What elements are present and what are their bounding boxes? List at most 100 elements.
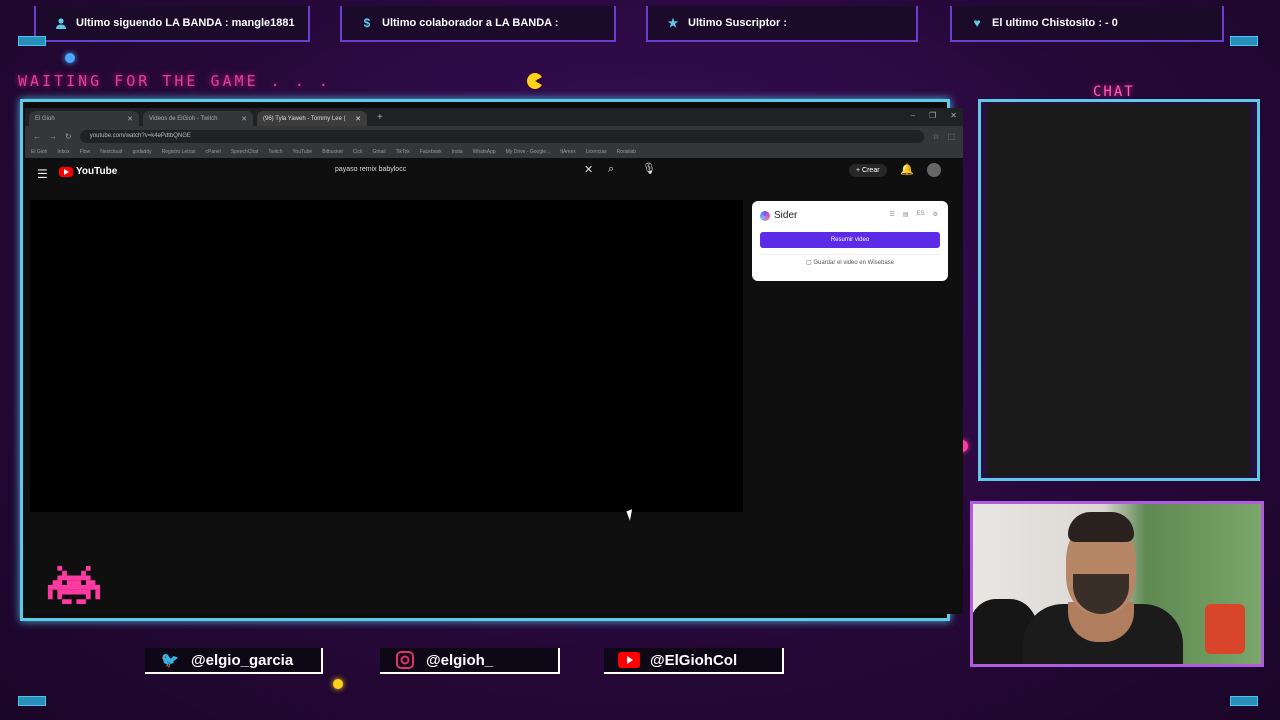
bookmark-item[interactable]: TikTok — [396, 149, 410, 155]
youtube-icon — [618, 651, 640, 669]
microphone-icon[interactable]: 🎙 — [642, 162, 656, 175]
corner-decoration — [18, 696, 46, 706]
browser-tab[interactable]: Videos de ElGioh - Twitch ✕ — [143, 111, 253, 126]
sider-header: Sider — [760, 210, 797, 221]
alert-text: El ultimo Chistosito : - 0 — [992, 17, 1118, 29]
corner-decoration — [18, 36, 46, 46]
save-to-wisebase-button[interactable]: ▢ Guardar el video en Wisebase — [752, 259, 948, 266]
tab-strip: El Gioh ✕ Videos de ElGioh - Twitch ✕ (96)… — [25, 108, 963, 126]
youtube-play-icon — [59, 166, 73, 177]
new-tab-icon[interactable]: + — [377, 112, 383, 123]
youtube-logo[interactable]: YouTube — [59, 166, 117, 177]
bookmark-item[interactable]: Licencias — [586, 149, 607, 155]
twitter-icon: 🐦 — [160, 652, 180, 669]
bookmark-item[interactable]: My Drive - Google... — [506, 149, 550, 155]
bookmark-item[interactable]: Facebook — [420, 149, 442, 155]
webcam-feed — [970, 501, 1264, 667]
address-bar: ← → ↻ youtube.com/watch?v=k4ePdtbQNGE ☆ … — [25, 126, 963, 146]
close-window-icon[interactable]: ✕ — [950, 111, 957, 120]
back-icon[interactable]: ← — [33, 132, 41, 141]
bookmark-item[interactable]: ItAmex — [560, 149, 576, 155]
sparkle-icon — [65, 53, 75, 63]
bookmark-item[interactable]: SpeechChat — [231, 149, 259, 155]
close-tab-icon[interactable]: ✕ — [127, 115, 133, 123]
corner-decoration — [1230, 36, 1258, 46]
video-player[interactable] — [30, 200, 743, 512]
restore-icon[interactable]: ❐ — [929, 111, 936, 120]
bookmarks-bar: El Gioh Inbox Flow Nextcloud godaddy Registro… — [25, 146, 963, 158]
close-tab-icon[interactable]: ✕ — [355, 115, 361, 123]
sider-logo-icon — [760, 210, 770, 221]
alert-last-subscriber: ★ Ultimo Suscriptor : — [646, 6, 918, 42]
forward-icon[interactable]: → — [49, 132, 57, 141]
list-icon[interactable]: ☰ — [890, 211, 895, 218]
social-handle: @elgioh_ — [426, 651, 494, 669]
clear-search-icon[interactable]: ✕ — [584, 163, 593, 176]
bookmark-item[interactable]: Registro Letras — [162, 149, 196, 155]
bookmark-item[interactable]: Inbox — [57, 149, 69, 155]
avatar[interactable] — [927, 163, 941, 177]
search-input[interactable]: payaso remix babylocc — [335, 166, 585, 173]
browser-tab[interactable]: El Gioh ✕ — [29, 111, 139, 126]
url-field[interactable]: youtube.com/watch?v=k4ePdtbQNGE — [79, 129, 925, 143]
alert-last-follower: Ultimo siguendo LA BANDA : mangle1881 — [34, 6, 310, 42]
alert-text: Ultimo siguendo LA BANDA : mangle1881 — [76, 17, 295, 29]
divider — [760, 254, 940, 255]
window-controls: – ❐ ✕ — [911, 111, 957, 120]
notifications-icon[interactable]: 🔔 — [900, 163, 914, 176]
alert-text: Ultimo Suscriptor : — [688, 17, 788, 29]
bookmark-item[interactable]: Gmail — [373, 149, 386, 155]
alert-text: Ultimo colaborador a LA BANDA : — [382, 17, 559, 29]
search-icon[interactable]: ⌕ — [608, 163, 614, 176]
background-toy — [1205, 604, 1245, 654]
minimize-icon[interactable]: – — [911, 111, 915, 120]
youtube-header: ☰ YouTube payaso remix babylocc ✕ ⌕ 🎙 + … — [25, 158, 963, 186]
bookmark-item[interactable]: Roosilab — [617, 149, 636, 155]
corner-decoration — [1230, 696, 1258, 706]
bookmark-item[interactable]: YouTube — [293, 149, 313, 155]
heart-icon: ♥ — [973, 16, 981, 30]
sider-panel: Sider ☰ ▤ ES ⚙ Resumir video ▢ Guardar e… — [752, 201, 948, 281]
bookmark-star-icon[interactable]: ☆ — [932, 132, 939, 141]
browser-window: El Gioh ✕ Videos de ElGioh - Twitch ✕ (96)… — [25, 108, 963, 614]
social-instagram: @elgioh_ — [380, 648, 560, 674]
bookmark-item[interactable]: WhatsApp — [473, 149, 496, 155]
chat-label: CHAT — [1093, 84, 1135, 100]
bookmark-item[interactable]: Twitch — [268, 149, 282, 155]
summarize-video-button[interactable]: Resumir video — [760, 232, 940, 248]
bookmark-item[interactable]: Bitbucket — [322, 149, 343, 155]
space-invader-icon — [47, 566, 101, 604]
social-youtube: @ElGiohCol — [604, 648, 784, 674]
create-button[interactable]: + Crear — [849, 164, 887, 177]
close-tab-icon[interactable]: ✕ — [241, 115, 247, 123]
reload-icon[interactable]: ↻ — [65, 132, 72, 141]
browser-tab-active[interactable]: (96) Tyla Yaweh - Tommy Lee (✕ — [257, 111, 367, 126]
social-twitter: 🐦 @elgio_garcia — [145, 648, 323, 674]
bookmark-item[interactable]: godaddy — [132, 149, 151, 155]
sider-controls: ☰ ▤ ES ⚙ — [890, 211, 938, 218]
pacman-icon — [527, 73, 543, 89]
language-selector[interactable]: ES — [917, 211, 925, 218]
extensions-icon[interactable]: ⬚ — [947, 132, 955, 141]
bookmark-item[interactable]: Flow — [80, 149, 91, 155]
layout-icon[interactable]: ▤ — [903, 211, 909, 218]
waiting-label: WAITING FOR THE GAME . . . — [18, 72, 331, 90]
bookmark-item[interactable]: Cick — [353, 149, 363, 155]
settings-icon[interactable]: ⚙ — [933, 211, 938, 218]
dollar-icon: $ — [363, 16, 371, 30]
star-icon: ★ — [667, 16, 679, 30]
streamer-hair — [1068, 512, 1134, 542]
social-handle: @ElGiohCol — [650, 651, 738, 669]
alert-last-donor: $ Ultimo colaborador a LA BANDA : — [340, 6, 616, 42]
social-handle: @elgio_garcia — [191, 651, 294, 669]
bookmark-item[interactable]: cPanel — [206, 149, 221, 155]
user-icon — [54, 16, 68, 30]
bookmark-item[interactable]: Nextcloud — [100, 149, 122, 155]
bookmark-item[interactable]: El Gioh — [31, 149, 47, 155]
chat-area — [987, 104, 1250, 476]
hamburger-menu-icon[interactable]: ☰ — [37, 167, 48, 181]
alert-last-joker: ♥ El ultimo Chistosito : - 0 — [950, 6, 1224, 42]
sparkle-icon — [333, 679, 343, 689]
bookmark-item[interactable]: Insta — [452, 149, 463, 155]
instagram-icon — [394, 651, 416, 669]
